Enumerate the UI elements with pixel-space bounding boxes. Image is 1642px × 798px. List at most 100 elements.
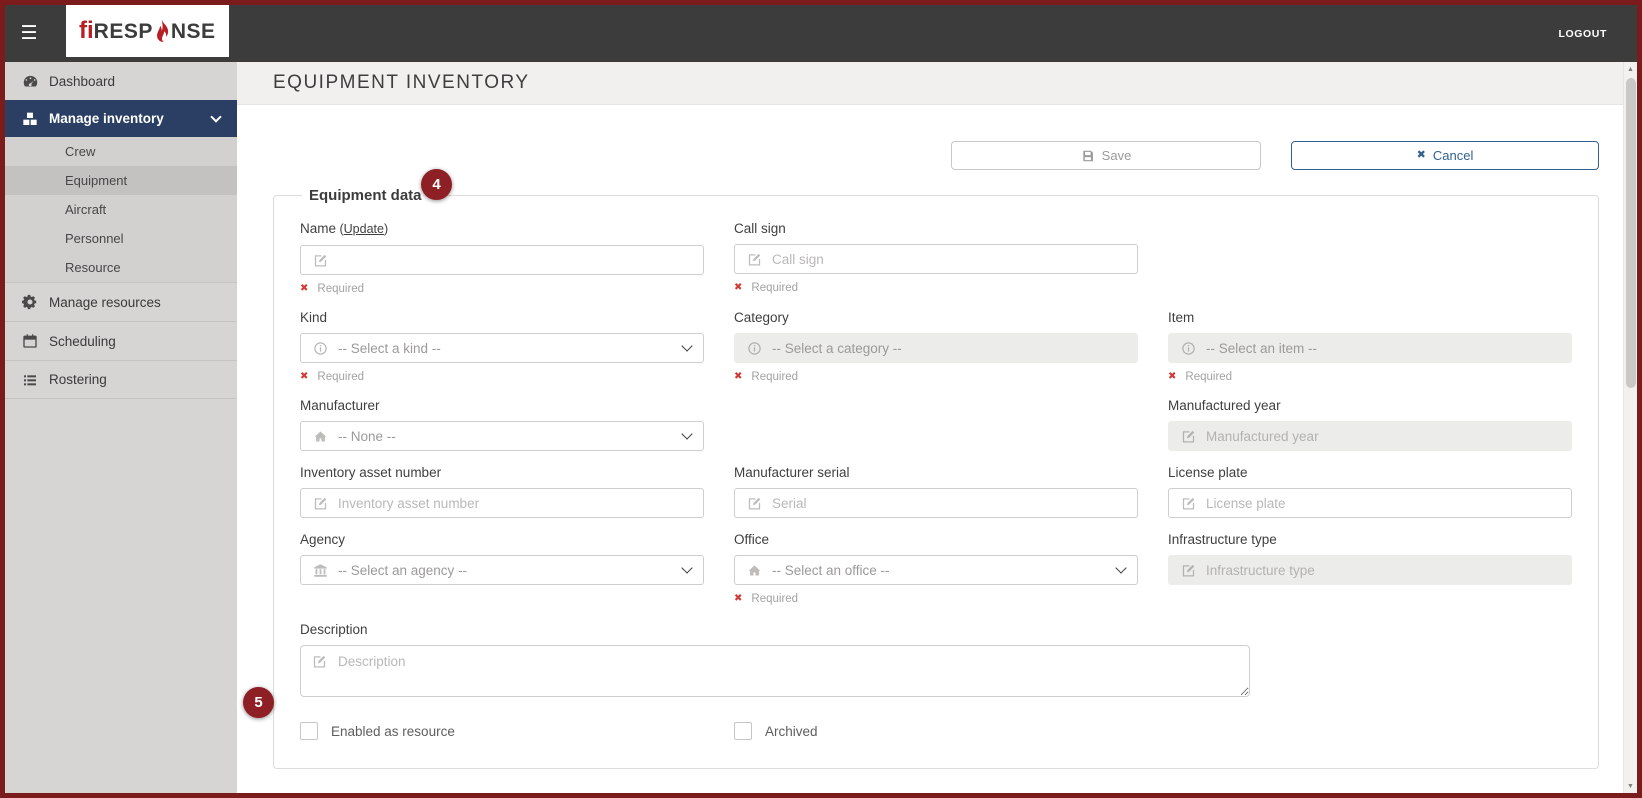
save-button-label: Save [1101,148,1132,163]
manufactured-year-label: Manufactured year [1168,398,1281,413]
inventory-asset-number-input[interactable] [338,495,691,511]
office-select[interactable]: -- Select an office -- [734,555,1138,585]
category-select: -- Select a category -- [734,333,1138,363]
office-select-value: -- Select an office -- [772,562,890,578]
office-label: Office [734,532,770,547]
archived-checkbox[interactable]: Archived [734,722,1138,740]
sidebar-item-label: Scheduling [49,333,116,349]
sidebar-subitem-label: Equipment [65,173,128,188]
name-update-link[interactable]: Update [344,222,384,236]
required-indicator: ✖ Required [1168,370,1233,383]
field-manufactured-year: Manufactured year [1168,397,1572,451]
item-select-value: -- Select an item -- [1206,340,1318,356]
vertical-scrollbar: ▲ ▼ [1623,62,1637,793]
home-icon [313,429,328,444]
error-x-icon: ✖ [734,592,743,604]
sidebar-item-crew[interactable]: Crew [5,137,237,166]
sidebar-item-manage-resources[interactable]: Manage resources [5,282,237,321]
infrastructure-type-input-wrap [1168,555,1572,585]
license-plate-input-wrap [1168,488,1572,518]
sidebar-item-label: Dashboard [49,73,116,89]
scrollbar-up-arrow[interactable]: ▲ [1624,62,1638,76]
agency-select[interactable]: -- Select an agency -- [300,555,704,585]
field-name: Name (Update) ✖ Required [300,220,704,296]
manufacturer-serial-input[interactable] [772,495,1125,511]
description-textarea[interactable] [300,645,1250,697]
sidebar-subitem-label: Personnel [65,231,124,246]
form-actions: Save ✖ Cancel [237,141,1599,170]
field-agency: Agency -- Select an agency -- [300,531,704,606]
item-select: -- Select an item -- [1168,333,1572,363]
cancel-button[interactable]: ✖ Cancel [1291,141,1599,170]
edit-icon [313,496,328,511]
manufacturer-label: Manufacturer [300,398,380,413]
annotation-badge-5: 5 [243,687,274,718]
field-item: Item -- Select an item -- ✖ Required [1168,309,1572,384]
kind-label: Kind [300,310,328,325]
page-title: EQUIPMENT INVENTORY [273,72,530,93]
app-logo[interactable]: fi RESP NSE [66,5,229,57]
name-input-wrap [300,245,704,275]
error-x-icon: ✖ [300,282,309,294]
sidebar-item-personnel[interactable]: Personnel [5,224,237,253]
equipment-data-fieldset: Equipment data Name (Update) ✖Required [273,187,1599,769]
agency-label: Agency [300,532,346,547]
error-x-icon: ✖ [300,370,309,382]
inventory-asset-number-label: Inventory asset number [300,465,442,480]
sidebar-item-equipment[interactable]: Equipment [5,166,237,195]
info-icon [747,341,762,356]
field-infrastructure-type: Infrastructure type [1168,531,1572,606]
error-x-icon: ✖ [1168,370,1177,382]
list-icon [22,372,49,388]
required-indicator: ✖ Required [734,592,799,605]
field-office: Office -- Select an office -- ✖ Required [734,531,1138,606]
form-grid: Name (Update) ✖ Required Call sign Call … [300,220,1572,619]
hamburger-menu-button[interactable]: ☰ [5,5,53,62]
sidebar-item-scheduling[interactable]: Scheduling [5,321,237,360]
field-manufacturer-serial: Manufacturer serial [734,464,1138,518]
flame-icon [156,17,168,42]
scrollbar-thumb[interactable] [1625,78,1636,388]
logout-button[interactable]: LOGOUT [1558,28,1607,40]
kind-select-value: -- Select a kind -- [338,340,441,356]
license-plate-input[interactable] [1206,495,1559,511]
manufactured-year-input [1206,428,1559,444]
sidebar-item-manage-inventory[interactable]: Manage inventory [5,100,237,137]
checkbox-row: Enabled as resource Archived [300,722,1572,740]
chevron-down-icon [1115,562,1127,574]
sidebar-item-dashboard[interactable]: Dashboard [5,62,237,100]
edit-icon [312,654,327,669]
chevron-down-icon [210,110,222,123]
item-label: Item [1168,310,1195,325]
main-content: EQUIPMENT INVENTORY Save ✖ Cancel Equipm… [237,62,1623,793]
sidebar-item-aircraft[interactable]: Aircraft [5,195,237,224]
scrollbar-down-arrow[interactable]: ▼ [1624,779,1638,793]
enabled-as-resource-checkbox[interactable]: Enabled as resource [300,722,704,740]
chevron-down-icon [681,428,693,440]
name-input[interactable] [338,252,691,268]
app-window: ☰ fi RESP NSE LOGOUT Dashboard Manage in… [0,0,1642,798]
category-label: Category [734,310,789,325]
edit-icon [313,253,328,268]
content-area: Save ✖ Cancel Equipment data Name (Updat… [237,105,1623,793]
kind-select[interactable]: -- Select a kind -- [300,333,704,363]
chevron-down-icon [681,340,693,352]
call-sign-input[interactable] [772,251,1125,267]
cancel-button-label: Cancel [1432,148,1474,163]
cancel-x-icon: ✖ [1416,149,1426,161]
save-button[interactable]: Save [951,141,1261,170]
edit-icon [1181,429,1196,444]
manufacturer-serial-label: Manufacturer serial [734,465,850,480]
hamburger-icon: ☰ [20,23,38,44]
logo-text-nse: NSE [170,19,216,43]
name-label: Name (Update) [300,221,389,236]
sidebar-item-rostering[interactable]: Rostering [5,360,237,399]
sidebar-item-resource[interactable]: Resource [5,253,237,282]
required-indicator: ✖ Required [734,370,799,383]
agency-select-value: -- Select an agency -- [338,562,468,578]
field-license-plate: License plate [1168,464,1572,518]
manufacturer-select[interactable]: -- None -- [300,421,704,451]
annotation-badge-4: 4 [421,169,452,200]
checkbox-icon [734,722,752,740]
enabled-as-resource-label: Enabled as resource [331,723,455,739]
